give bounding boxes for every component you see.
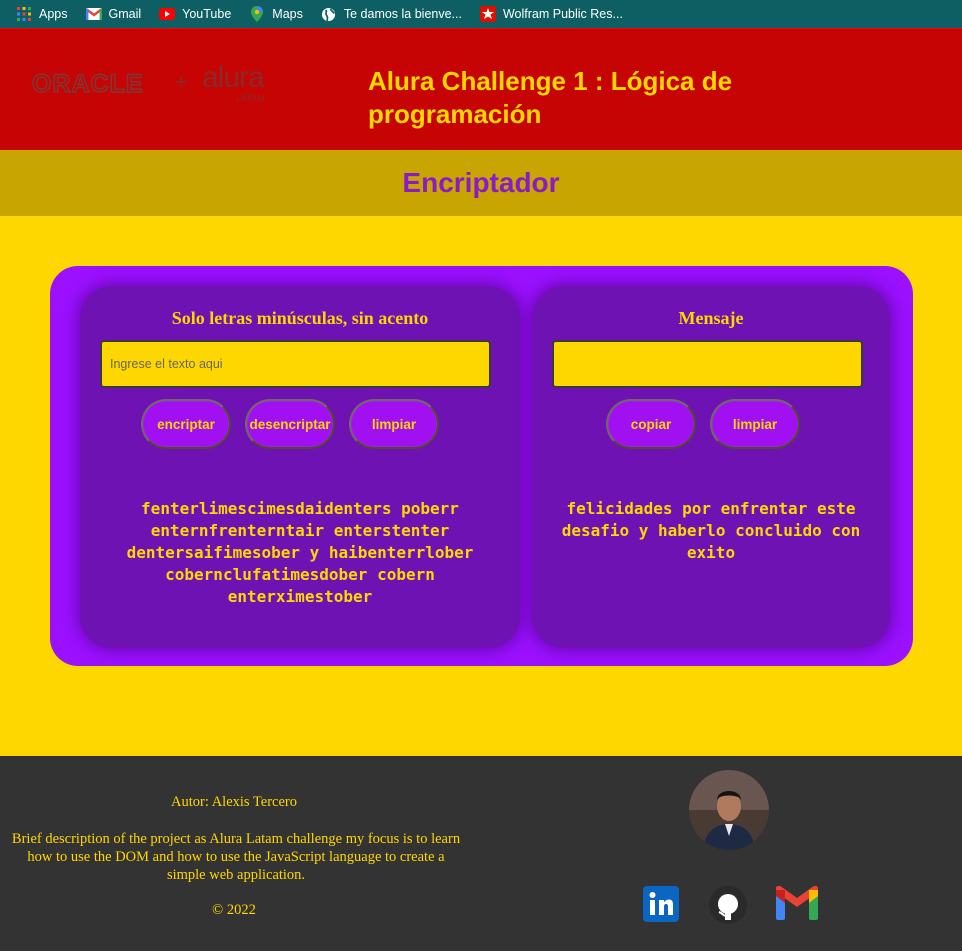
copyright-text: © 2022 (212, 902, 256, 918)
bookmarks-bar: Apps Gmail YouTube Maps Te damos la bien… (0, 0, 962, 28)
avatar (689, 770, 769, 850)
gmail-icon[interactable] (776, 885, 818, 922)
linkedin-icon[interactable] (643, 886, 679, 922)
encryptor-card: Solo letras minúsculas, sin acento encri… (50, 266, 913, 666)
message-input[interactable] (552, 340, 863, 388)
bookmark-label: Gmail (108, 7, 142, 21)
bookmark-label: Te damos la bienve... (343, 7, 462, 21)
svg-text:alura: alura (202, 61, 265, 94)
bookmark-label: Wolfram Public Res... (502, 7, 623, 21)
wolfram-icon (479, 6, 496, 22)
encrypted-output: fenterlimescimesdaidenters poberr entern… (126, 499, 474, 606)
bookmark-apps[interactable]: Apps (16, 6, 68, 22)
youtube-icon (159, 6, 176, 22)
message-label: Mensaje (678, 308, 744, 328)
svg-text:ORACLE: ORACLE (32, 70, 144, 98)
bookmark-gmail[interactable]: Gmail (85, 6, 142, 22)
decrypt-button[interactable]: desencriptar (245, 399, 335, 449)
clear-message-button[interactable]: limpiar (710, 399, 800, 449)
author-text: Autor: Alexis Tercero (171, 794, 297, 810)
copy-button[interactable]: copiar (606, 399, 696, 449)
project-description: Brief description of the project as Alur… (11, 831, 461, 883)
section-title: Encriptador (402, 167, 560, 198)
bookmark-label: YouTube (182, 7, 232, 21)
encrypt-panel: Solo letras minúsculas, sin acento encri… (80, 286, 520, 648)
site-footer: Autor: Alexis Tercero Brief description … (0, 756, 962, 951)
bookmark-bienvenida[interactable]: Te damos la bienve... (321, 6, 462, 22)
gmail-icon (85, 6, 102, 22)
maps-pin-icon (249, 6, 265, 22)
github-icon[interactable] (709, 886, 747, 924)
globe-icon (321, 6, 337, 22)
svg-text:LATAM: LATAM (236, 93, 265, 103)
oracle-alura-logo: ORACLE + alura LATAM (31, 59, 272, 107)
apps-grid-icon (16, 6, 32, 22)
message-panel: Mensaje copiar limpiar felicidades por e… (532, 286, 890, 648)
encrypt-instructions: Solo letras minúsculas, sin acento (171, 308, 429, 328)
bookmark-label: Apps (39, 7, 68, 21)
text-input[interactable] (100, 340, 491, 388)
encrypt-button[interactable]: encriptar (141, 399, 231, 449)
bookmark-youtube[interactable]: YouTube (159, 6, 231, 22)
site-header: ORACLE + alura LATAM Alura Challenge 1 :… (0, 28, 962, 150)
section-banner: Encriptador (0, 150, 962, 216)
bookmark-wolfram[interactable]: Wolfram Public Res... (479, 6, 623, 22)
clear-input-button[interactable]: limpiar (349, 399, 439, 449)
page-title: Alura Challenge 1 : Lógica de programaci… (368, 66, 733, 129)
bookmark-label: Maps (272, 7, 303, 21)
bookmark-maps[interactable]: Maps (249, 6, 303, 22)
message-output: felicidades por enfrentar este desafio y… (561, 499, 861, 562)
svg-text:+: + (175, 69, 188, 94)
